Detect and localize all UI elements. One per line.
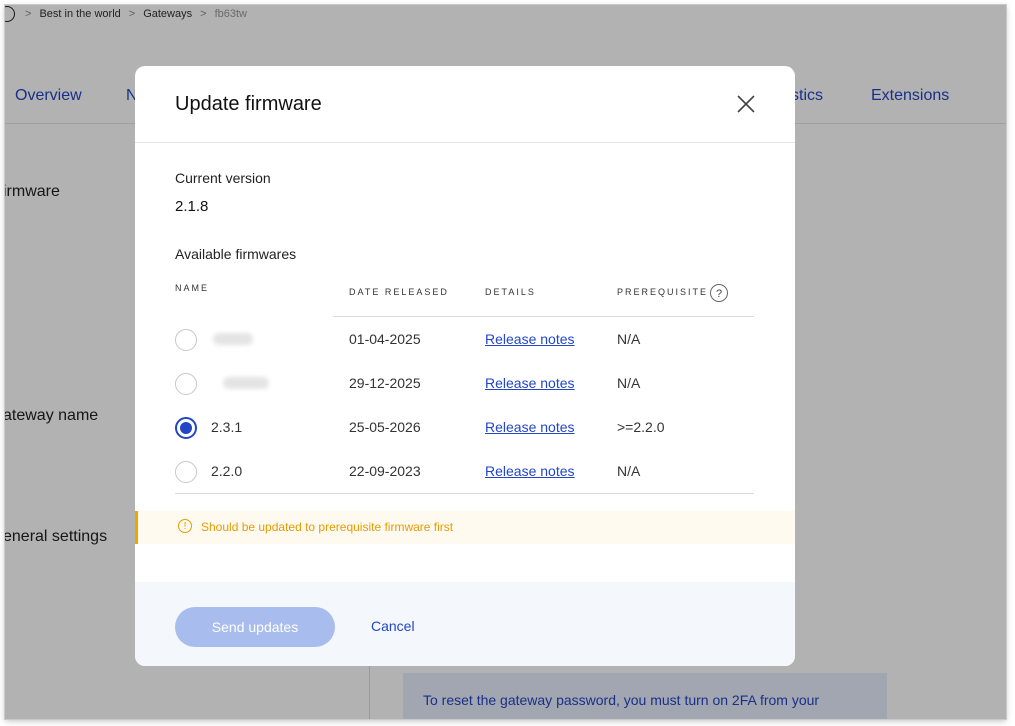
current-version-value: 2.1.8 [175,198,209,215]
help-icon[interactable]: ? [710,284,728,302]
modal-header: Update firmware [135,66,795,143]
update-firmware-modal: Update firmware Current version 2.1.8 Av… [135,66,795,666]
prerequisite: >=2.2.0 [617,419,665,435]
date-released: 29-12-2025 [349,375,421,391]
redacted-firmware-name [223,377,269,389]
date-released: 22-09-2023 [349,463,421,479]
prerequisite: N/A [617,375,641,391]
firmware-name: 2.2.0 [211,463,243,479]
release-notes-link[interactable]: Release notes [485,463,575,479]
modal-title: Update firmware [175,93,322,115]
available-firmwares-label: Available firmwares [175,246,297,262]
warning-banner: ! Should be updated to prerequisite firm… [135,511,795,544]
close-icon[interactable] [735,93,757,115]
warning-icon: ! [178,519,192,533]
column-header-name: NAME [175,283,210,293]
table-header-divider [333,316,754,317]
prerequisite: N/A [617,463,641,479]
current-version-label: Current version [175,170,271,186]
table-row: 01-04-2025 Release notes N/A [175,318,754,362]
firmware-name: 2.3.1 [211,419,243,435]
release-notes-link[interactable]: Release notes [485,331,575,347]
date-released: 01-04-2025 [349,331,421,347]
firmware-radio[interactable] [175,461,197,483]
send-updates-button[interactable]: Send updates [175,607,335,647]
warning-text: Should be updated to prerequisite firmwa… [201,520,454,534]
table-row: 29-12-2025 Release notes N/A [175,362,754,406]
app-window: > Best in the world > Gateways > fb63tw … [5,5,1006,719]
modal-footer: Send updates Cancel [135,582,795,666]
column-header-date: DATE RELEASED [349,287,449,297]
firmware-radio[interactable] [175,373,197,395]
firmware-radio-selected[interactable] [175,417,197,439]
date-released: 25-05-2026 [349,419,421,435]
cancel-button[interactable]: Cancel [371,618,415,634]
firmware-radio[interactable] [175,329,197,351]
table-row: 2.3.1 25-05-2026 Release notes >=2.2.0 [175,406,754,450]
column-header-prerequisite: PREREQUISITE [617,287,709,297]
table-row: 2.2.0 22-09-2023 Release notes N/A [175,450,754,494]
table-bottom-divider [175,493,754,494]
release-notes-link[interactable]: Release notes [485,375,575,391]
redacted-firmware-name [213,333,253,345]
prerequisite: N/A [617,331,641,347]
column-header-details: DETAILS [485,287,536,297]
release-notes-link[interactable]: Release notes [485,419,575,435]
